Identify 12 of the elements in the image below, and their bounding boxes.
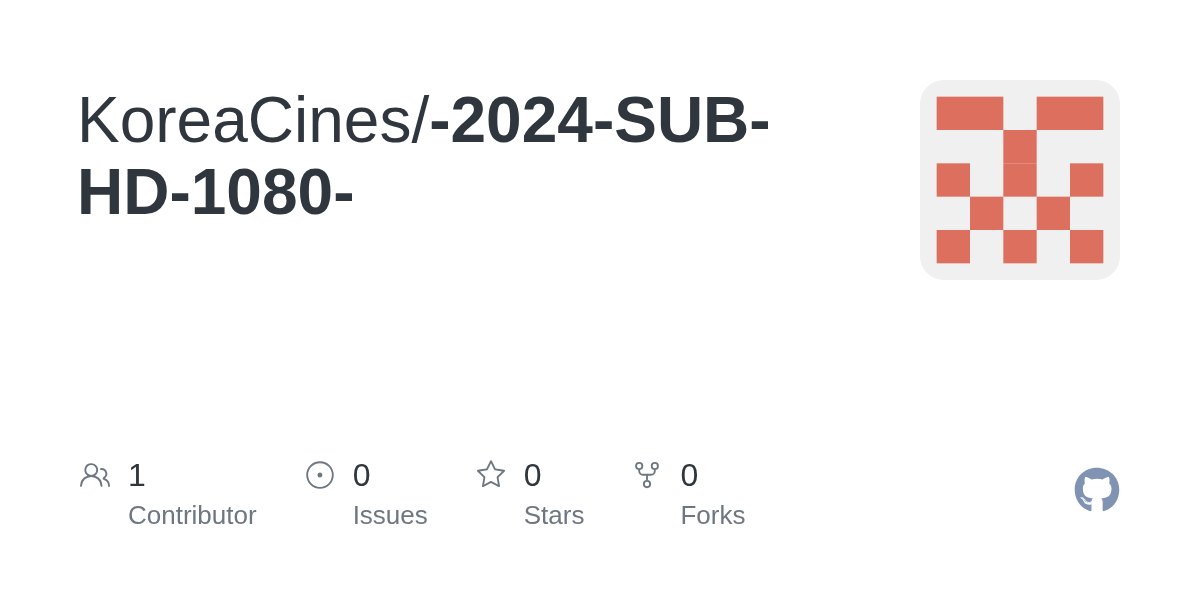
- stat-count: 0: [680, 456, 700, 495]
- repository-title: KoreaCines/-2024-SUB-HD-1080-: [77, 84, 772, 228]
- stat-label: Stars: [523, 499, 585, 532]
- stat-count: 0: [352, 456, 372, 495]
- stat-label: Forks: [680, 499, 746, 532]
- star-icon: [475, 460, 506, 490]
- stat-label: Issues: [352, 499, 428, 532]
- stat-label: Contributor: [128, 499, 257, 532]
- stat-count: 0: [523, 456, 543, 495]
- people-icon: [80, 460, 110, 490]
- stat-count: 1: [128, 456, 147, 495]
- cat-logo-icon: [1074, 467, 1120, 513]
